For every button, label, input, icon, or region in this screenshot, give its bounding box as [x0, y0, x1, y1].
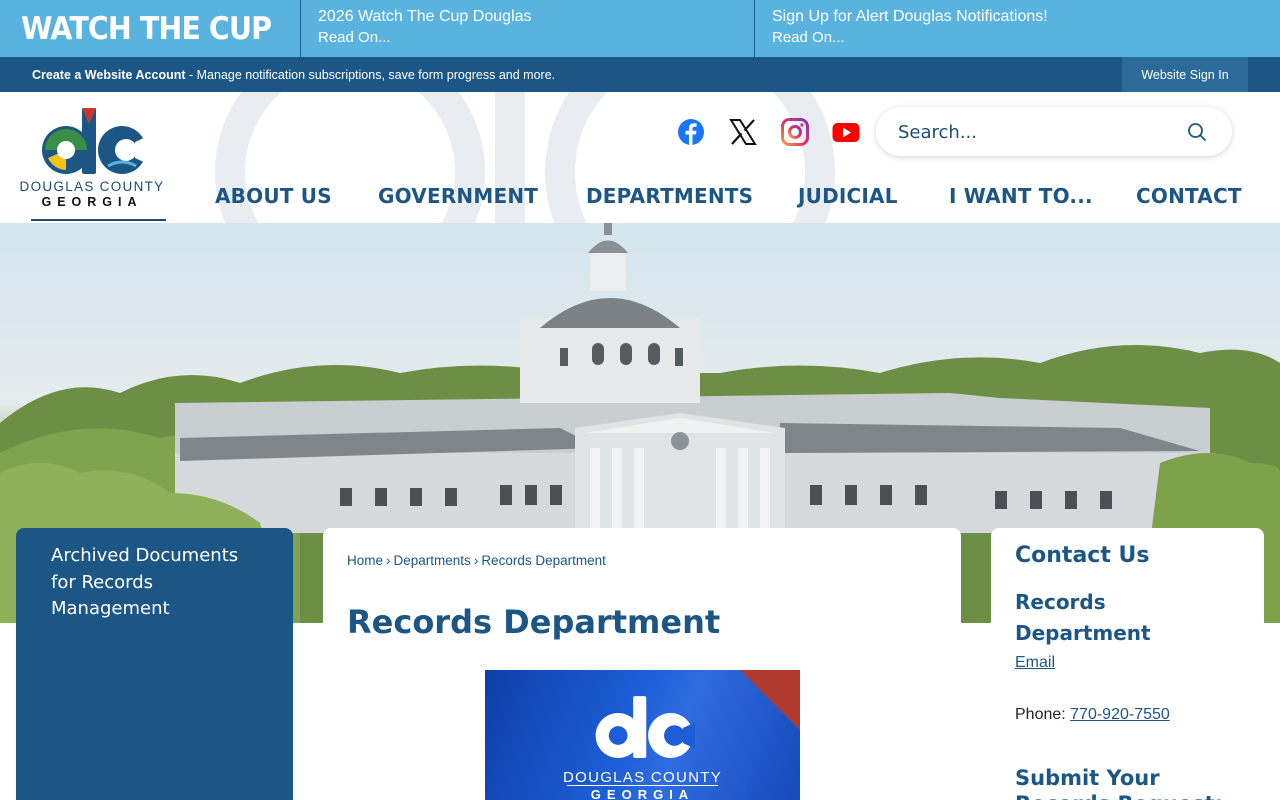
contact-panel: Contact Us Records Department Email Phon…: [991, 528, 1264, 800]
website-sign-in-button[interactable]: Website Sign In: [1122, 57, 1248, 92]
account-prompt: Create a Website Account - Manage notifi…: [32, 57, 555, 92]
logo-state-text: GEORGIA: [41, 195, 143, 209]
logo-divider: [31, 219, 166, 221]
sidebar-item-archived-documents[interactable]: Archived Documents for Records Managemen…: [51, 543, 251, 623]
account-bar: Create a Website Account - Manage notifi…: [0, 57, 1280, 92]
nav-about-us[interactable]: ABOUT US: [215, 184, 332, 208]
read-on-link[interactable]: Read On...: [318, 27, 754, 49]
nav-government[interactable]: GOVERNMENT: [378, 184, 538, 208]
alert-item[interactable]: Sign Up for Alert Douglas Notifications!…: [754, 0, 1280, 57]
breadcrumb-home[interactable]: Home: [347, 553, 383, 568]
contact-department: Records Department: [1015, 590, 1151, 645]
search-icon[interactable]: [1187, 122, 1207, 142]
instagram-icon[interactable]: [781, 118, 809, 146]
x-icon[interactable]: [729, 118, 757, 146]
create-account-link[interactable]: Create a Website Account: [32, 68, 186, 82]
main-content: Home › Departments › Records Department Reco…: [323, 528, 961, 800]
banner-divider: [567, 785, 718, 786]
phone-label: Phone:: [1015, 706, 1071, 723]
department-banner-image: DOUGLAS COUNTY GEORGIA: [485, 670, 800, 800]
banner-logo-mark: [595, 696, 695, 758]
search-box: [876, 107, 1232, 156]
breadcrumb-separator: ›: [473, 553, 479, 568]
nav-contact[interactable]: CONTACT: [1136, 184, 1242, 208]
county-logo[interactable]: DOUGLAS COUNTY GEORGIA: [14, 106, 170, 221]
nav-i-want-to[interactable]: I WANT TO...: [949, 184, 1093, 208]
alert-item[interactable]: 2026 Watch The Cup Douglas Read On...: [300, 0, 754, 57]
banner-state-text: GEORGIA: [590, 787, 695, 800]
alert-headline[interactable]: 2026 Watch The Cup Douglas: [318, 6, 754, 27]
sidebar-nav: Archived Documents for Records Managemen…: [16, 528, 293, 800]
logo-county-text: DOUGLAS COUNTY: [19, 179, 165, 194]
banner-county-text: DOUGLAS COUNTY: [562, 769, 723, 786]
account-description: - Manage notification subscriptions, sav…: [185, 67, 556, 82]
alert-bar: WATCH THE CUP 2026 Watch The Cup Douglas…: [0, 0, 1280, 57]
youtube-icon[interactable]: [832, 118, 860, 146]
county-logo-mark: [42, 108, 148, 174]
breadcrumb-departments[interactable]: Departments: [394, 553, 471, 568]
read-on-link[interactable]: Read On...: [772, 27, 1280, 49]
contact-title: Contact Us: [1015, 543, 1150, 568]
phone-link[interactable]: 770-920-7550: [1070, 706, 1170, 723]
facebook-icon[interactable]: [677, 118, 705, 146]
alert-bar-title: WATCH THE CUP: [21, 10, 272, 47]
banner-corner: [740, 670, 800, 730]
breadcrumb: Home › Departments › Records Department: [347, 553, 606, 568]
nav-departments[interactable]: DEPARTMENTS: [586, 184, 753, 208]
page-title: Records Department: [347, 603, 721, 641]
nav-judicial[interactable]: JUDICIAL: [798, 184, 898, 208]
breadcrumb-separator: ›: [386, 553, 391, 568]
submit-records-request-heading: Submit Your Records Request:: [1015, 766, 1223, 800]
search-input[interactable]: [898, 117, 1178, 147]
contact-email-link[interactable]: Email: [1015, 654, 1055, 672]
breadcrumb-records-department[interactable]: Records Department: [481, 553, 606, 568]
site-header: DOUGLAS COUNTY GEORGIA AB: [0, 92, 1280, 223]
contact-phone: Phone: 770-920-7550: [1015, 706, 1170, 724]
alert-headline[interactable]: Sign Up for Alert Douglas Notifications!: [772, 6, 1280, 27]
